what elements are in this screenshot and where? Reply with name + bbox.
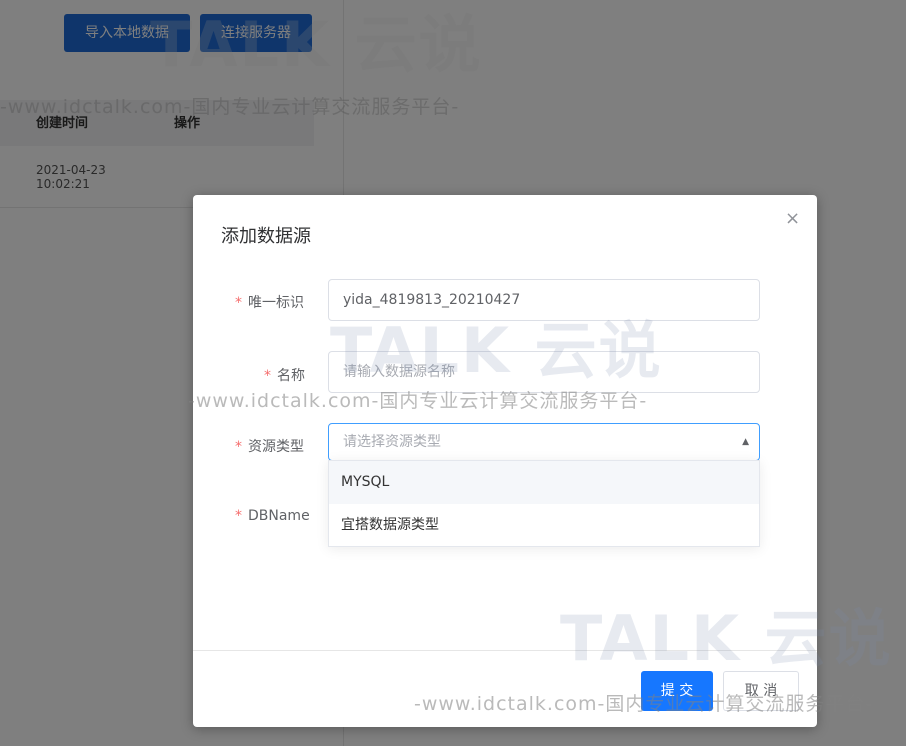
dbname-label-text: DBName <box>248 508 310 524</box>
dialog-title: 添加数据源 <box>221 226 311 247</box>
submit-button[interactable]: 提 交 <box>641 671 713 711</box>
name-label-text: 名称 <box>277 368 305 384</box>
unique-id-input[interactable]: yida_4819813_20210427 <box>328 279 760 321</box>
unique-id-label-text: 唯一标识 <box>248 295 304 311</box>
add-data-source-dialog: 添加数据源 × * 唯一标识 yida_4819813_20210427 * 名称 … <box>193 195 817 727</box>
caret-up-icon: ▲ <box>742 437 749 447</box>
resource-type-label: * 资源类型 <box>235 436 304 456</box>
dbname-label: * DBName <box>235 508 310 524</box>
resource-type-placeholder: 请选择资源类型 <box>343 434 441 450</box>
resource-type-dropdown: MYSQL 宜搭数据源类型 <box>328 460 760 547</box>
dropdown-option-yida[interactable]: 宜搭数据源类型 <box>329 504 759 547</box>
required-mark: * <box>235 295 242 311</box>
required-mark: * <box>235 439 242 455</box>
resource-type-label-text: 资源类型 <box>248 439 304 455</box>
cancel-button[interactable]: 取 消 <box>723 671 799 711</box>
name-input[interactable]: 请输入数据源名称 <box>328 351 760 393</box>
required-mark: * <box>264 368 271 384</box>
name-label: * 名称 <box>264 365 305 385</box>
close-icon[interactable]: × <box>785 208 800 229</box>
dialog-footer-divider <box>193 650 817 651</box>
dropdown-option-mysql[interactable]: MYSQL <box>329 461 759 504</box>
unique-id-label: * 唯一标识 <box>235 292 304 312</box>
resource-type-select[interactable]: 请选择资源类型 ▲ <box>328 423 760 461</box>
required-mark: * <box>235 508 242 524</box>
